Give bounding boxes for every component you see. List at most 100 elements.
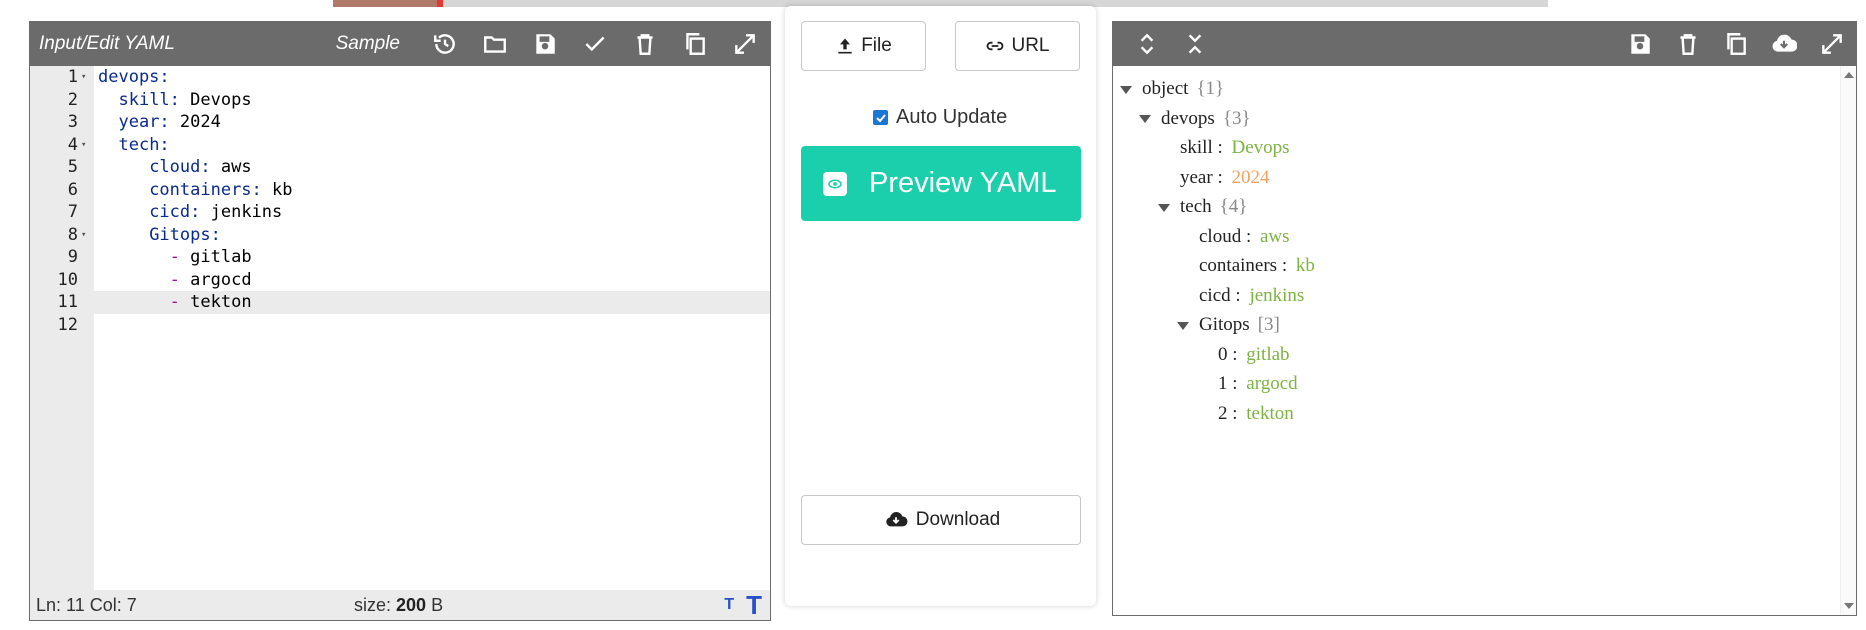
expand-icon[interactable]	[730, 29, 760, 59]
upload-icon	[838, 38, 852, 54]
url-button-label: URL	[1011, 35, 1050, 56]
file-button[interactable]: File	[801, 21, 926, 71]
tree-scrollbar[interactable]	[1840, 66, 1856, 615]
tree-value: kb	[1295, 255, 1315, 276]
line-number: 3	[67, 112, 78, 132]
code-line[interactable]: 7 cicd: jenkins	[30, 201, 770, 224]
yaml-editor-panel: Input/Edit YAML Sample 1 ▾ devops: 2 skill:…	[29, 21, 771, 621]
tree-sep: :	[1212, 166, 1228, 188]
code-line[interactable]: 3 year: 2024	[30, 111, 770, 134]
tree-sep: :	[1227, 343, 1243, 365]
save-icon[interactable]	[530, 29, 560, 59]
tree-node: skill : Devops	[1180, 133, 1290, 163]
tree-key: year	[1180, 166, 1213, 188]
history-icon[interactable]	[430, 29, 460, 59]
open-folder-icon[interactable]	[480, 29, 510, 59]
tree-copy-icon[interactable]	[1721, 29, 1751, 59]
tree-key: tech	[1180, 196, 1212, 217]
code-line[interactable]: 4 ▾ tech:	[30, 134, 770, 157]
auto-update-checkbox[interactable]	[873, 110, 888, 125]
file-size: size: 200 B	[354, 595, 724, 616]
tree-node: cloud : aws	[1199, 222, 1290, 252]
line-number: 12	[57, 314, 78, 335]
line-number: 5	[67, 157, 78, 177]
code-line[interactable]: 8 ▾ Gitops:	[30, 224, 770, 247]
file-button-label: File	[861, 35, 892, 56]
line-number: 1	[67, 67, 78, 87]
caret-down-icon[interactable]	[1139, 115, 1151, 124]
code-line[interactable]: 10 - argocd	[30, 269, 770, 292]
caret-down-icon[interactable]	[1120, 85, 1132, 94]
tree-node[interactable]: Gitops [3]	[1177, 310, 1280, 340]
code-line[interactable]: 5 cloud: aws	[30, 156, 770, 179]
code-area[interactable]: 1 ▾ devops: 2 skill: Devops 3 year: 2024 4 ▾ t…	[30, 66, 770, 590]
collapse-all-icon[interactable]	[1180, 29, 1210, 59]
tree-expand-icon[interactable]	[1817, 29, 1847, 59]
tree-key: 1	[1218, 373, 1228, 394]
code-text: cloud: aws	[149, 157, 252, 177]
validate-check-icon[interactable]	[580, 29, 610, 59]
fold-toggle-icon[interactable]: ▾	[81, 66, 86, 89]
tree-node: 2 : tekton	[1218, 399, 1294, 429]
code-line[interactable]: 1 ▾ devops:	[30, 66, 770, 89]
caret-down-icon[interactable]	[1158, 203, 1170, 212]
url-button[interactable]: URL	[955, 21, 1080, 71]
tree-key: object	[1142, 78, 1189, 99]
tree-sep: :	[1277, 255, 1292, 276]
download-button[interactable]: Download	[801, 495, 1081, 545]
code-line[interactable]: 6 containers: kb	[30, 179, 770, 202]
trash-icon[interactable]	[630, 29, 660, 59]
expand-all-icon[interactable]	[1132, 29, 1162, 59]
fold-toggle-icon[interactable]: ▾	[81, 134, 86, 157]
tree-key: cloud	[1199, 225, 1242, 247]
tree-key: 2	[1218, 402, 1228, 424]
code-line[interactable]: 12	[30, 314, 770, 337]
tree-sep: :	[1227, 402, 1243, 424]
caret-down-icon[interactable]	[1177, 321, 1189, 330]
tree-key: Gitops	[1199, 314, 1250, 335]
sample-button[interactable]: Sample	[336, 33, 400, 55]
tree-count: [3]	[1257, 314, 1280, 335]
code-line[interactable]: 9 - gitlab	[30, 246, 770, 269]
copy-icon[interactable]	[680, 29, 710, 59]
tree-node[interactable]: object {1}	[1120, 74, 1224, 104]
line-number: 10	[57, 269, 78, 290]
preview-yaml-label: Preview YAML	[869, 167, 1057, 199]
tree-sep: :	[1227, 373, 1243, 394]
code-text: containers: kb	[149, 179, 293, 200]
tree-sep: :	[1241, 225, 1256, 247]
fold-toggle-icon[interactable]: ▾	[81, 224, 86, 247]
download-label: Download	[915, 509, 1001, 530]
size-unit: B	[426, 594, 444, 615]
tree-toolbar	[1113, 22, 1856, 66]
yaml-tree-panel: object {1} devops {3} skill : Devops year : 2…	[1112, 21, 1857, 616]
font-decrease-icon[interactable]: T	[724, 596, 734, 614]
preview-eye-icon	[823, 171, 847, 196]
editor-status-bar: Ln: 11 Col: 7 size: 200 B T T	[30, 590, 770, 620]
auto-update-toggle[interactable]: Auto Update	[873, 106, 1007, 129]
code-text: cicd: jenkins	[149, 202, 283, 222]
line-number: 8	[67, 224, 78, 245]
tree-sep: :	[1212, 137, 1228, 158]
tree-trash-icon[interactable]	[1673, 29, 1703, 59]
code-text: year: 2024	[118, 112, 221, 132]
tree-node: containers : kb	[1199, 251, 1315, 281]
cursor-position: Ln: 11 Col: 7	[36, 594, 137, 615]
line-number: 6	[67, 179, 78, 200]
tree-node[interactable]: tech {4}	[1158, 192, 1247, 222]
tree-node[interactable]: devops {3}	[1139, 104, 1251, 134]
font-increase-icon[interactable]: T	[746, 590, 762, 621]
tree-count: {4}	[1219, 196, 1248, 217]
code-text: Gitops:	[149, 224, 221, 245]
tree-value: aws	[1260, 225, 1290, 247]
code-line[interactable]: 2 skill: Devops	[30, 89, 770, 112]
tree-key: devops	[1161, 107, 1215, 129]
preview-yaml-button[interactable]: Preview YAML	[801, 146, 1081, 221]
tree-cloud-download-icon[interactable]	[1769, 29, 1799, 59]
cloud-download-icon	[886, 512, 908, 527]
tree-save-icon[interactable]	[1625, 29, 1655, 59]
code-line[interactable]: 11 - tekton	[30, 291, 770, 314]
tree-key: containers	[1199, 255, 1278, 276]
tree-sep: :	[1230, 284, 1246, 306]
code-text: - gitlab	[169, 247, 252, 267]
